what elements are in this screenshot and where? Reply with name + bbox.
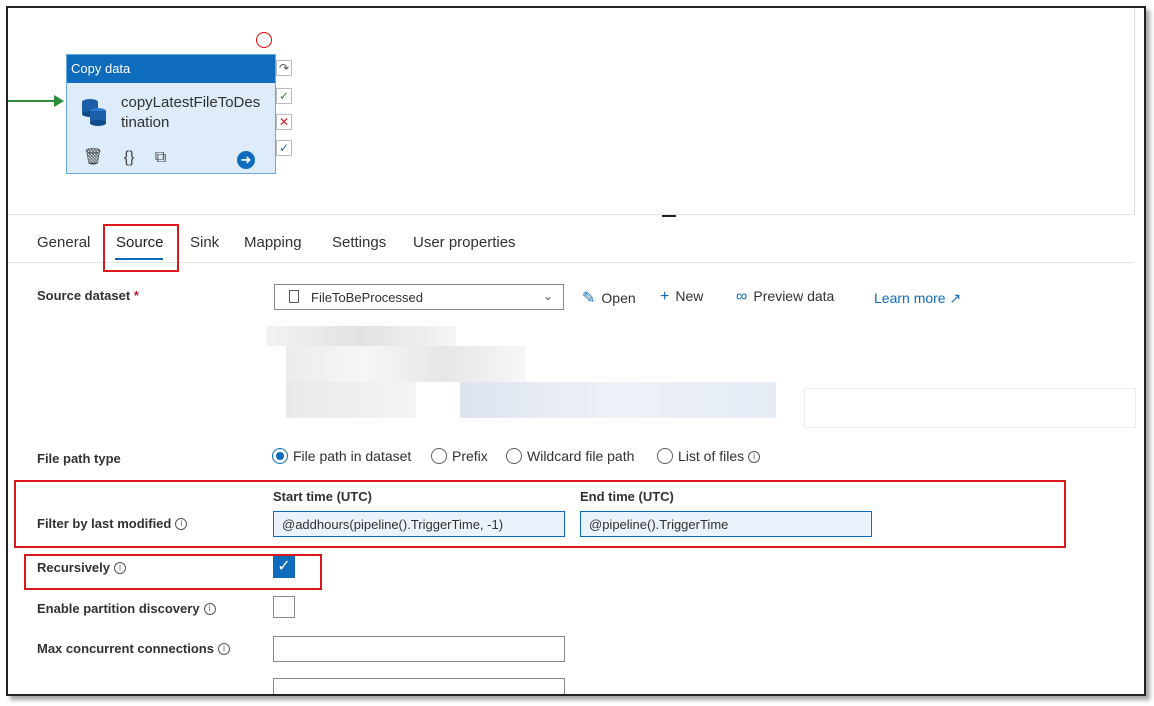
checkmark-icon: ✓ xyxy=(277,558,291,575)
copy-activity-node[interactable]: Copy data copyLatestFileToDestination 🗑 … xyxy=(66,54,276,174)
open-button[interactable]: ✎ Open xyxy=(582,288,636,308)
preview-data-button[interactable]: ∞ Preview data xyxy=(736,288,834,306)
tab-mapping[interactable]: Mapping xyxy=(244,234,302,251)
app-window: Copy data copyLatestFileToDestination 🗑 … xyxy=(6,6,1146,696)
tab-user-properties[interactable]: User properties xyxy=(413,234,516,251)
end-time-input[interactable]: @pipeline().TriggerTime xyxy=(580,511,872,537)
completion-port-icon[interactable]: ✓ xyxy=(276,140,292,156)
success-port-icon[interactable]: ✓ xyxy=(276,88,292,104)
tab-general[interactable]: General xyxy=(37,234,90,251)
tab-settings[interactable]: Settings xyxy=(332,234,386,251)
max-concurrent-connections-input[interactable] xyxy=(273,636,565,662)
partition-discovery-checkbox[interactable] xyxy=(273,596,295,618)
file-path-type-label: File path type xyxy=(37,451,121,466)
radio-selected-icon xyxy=(272,448,288,464)
dataset-value: FileToBeProcessed xyxy=(311,290,423,305)
radio-icon xyxy=(506,448,522,464)
external-link-icon: ↗ xyxy=(949,290,962,306)
source-tab-highlight xyxy=(103,224,179,272)
info-icon[interactable]: i xyxy=(217,643,230,655)
pencil-icon: ✎ xyxy=(582,290,596,307)
pipeline-canvas[interactable]: Copy data copyLatestFileToDestination 🗑 … xyxy=(8,8,1135,215)
file-icon xyxy=(289,290,299,303)
next-field-input[interactable] xyxy=(273,678,565,694)
database-icon xyxy=(82,99,106,126)
filter-label: Filter by last modified i xyxy=(37,516,188,531)
blurred-content xyxy=(460,382,776,418)
radio-wildcard-file-path[interactable]: Wildcard file path xyxy=(506,448,634,464)
new-button[interactable]: + New xyxy=(660,288,703,306)
blurred-content xyxy=(266,326,456,346)
copy-icon[interactable]: ⧉ xyxy=(155,149,166,167)
connector-arrow-icon xyxy=(54,95,64,107)
code-icon[interactable]: {} xyxy=(124,149,135,167)
incoming-connector xyxy=(8,100,56,102)
chevron-down-icon: ⌄ xyxy=(542,289,553,303)
blurred-content xyxy=(286,346,526,382)
failure-port-icon[interactable]: ✕ xyxy=(276,114,292,130)
recursively-checkbox[interactable]: ✓ xyxy=(273,556,295,578)
radio-list-of-files[interactable]: List of files i xyxy=(657,448,761,464)
info-icon[interactable]: i xyxy=(175,518,188,530)
radio-file-path-in-dataset[interactable]: File path in dataset xyxy=(272,448,411,464)
activity-name: copyLatestFileToDestination xyxy=(121,94,261,131)
info-icon[interactable]: i xyxy=(114,562,126,574)
learn-more-link[interactable]: Learn more ↗ xyxy=(874,290,961,307)
plus-icon: + xyxy=(660,288,670,305)
radio-icon xyxy=(431,448,447,464)
source-dataset-label: Source dataset * xyxy=(37,288,139,303)
info-icon[interactable]: i xyxy=(748,451,761,463)
recursively-label: Recursively i xyxy=(37,560,126,575)
source-dataset-select[interactable]: FileToBeProcessed ⌄ xyxy=(274,284,564,310)
arrow-right-icon[interactable]: ➜ xyxy=(237,151,255,169)
end-time-header: End time (UTC) xyxy=(580,489,674,504)
blurred-content xyxy=(286,382,416,418)
glasses-icon: ∞ xyxy=(736,288,748,305)
panel-resize-handle[interactable] xyxy=(662,215,676,217)
start-time-input[interactable]: @addhours(pipeline().TriggerTime, -1) xyxy=(273,511,565,537)
delete-icon[interactable]: 🗑 xyxy=(83,147,103,167)
activity-toolbar: 🗑 {} ⧉ xyxy=(83,147,182,167)
start-time-header: Start time (UTC) xyxy=(273,489,372,504)
skip-port-icon[interactable]: ↷ xyxy=(276,60,292,76)
activity-type-label: Copy data xyxy=(67,55,275,83)
radio-icon xyxy=(657,448,673,464)
info-icon[interactable]: i xyxy=(203,603,216,615)
partition-discovery-label: Enable partition discovery i xyxy=(37,601,216,616)
radio-prefix[interactable]: Prefix xyxy=(431,448,488,464)
tab-sink[interactable]: Sink xyxy=(190,234,219,251)
max-concurrent-connections-label: Max concurrent connections i xyxy=(37,641,230,656)
annotation-circle xyxy=(256,32,272,48)
blurred-content xyxy=(804,388,1136,428)
